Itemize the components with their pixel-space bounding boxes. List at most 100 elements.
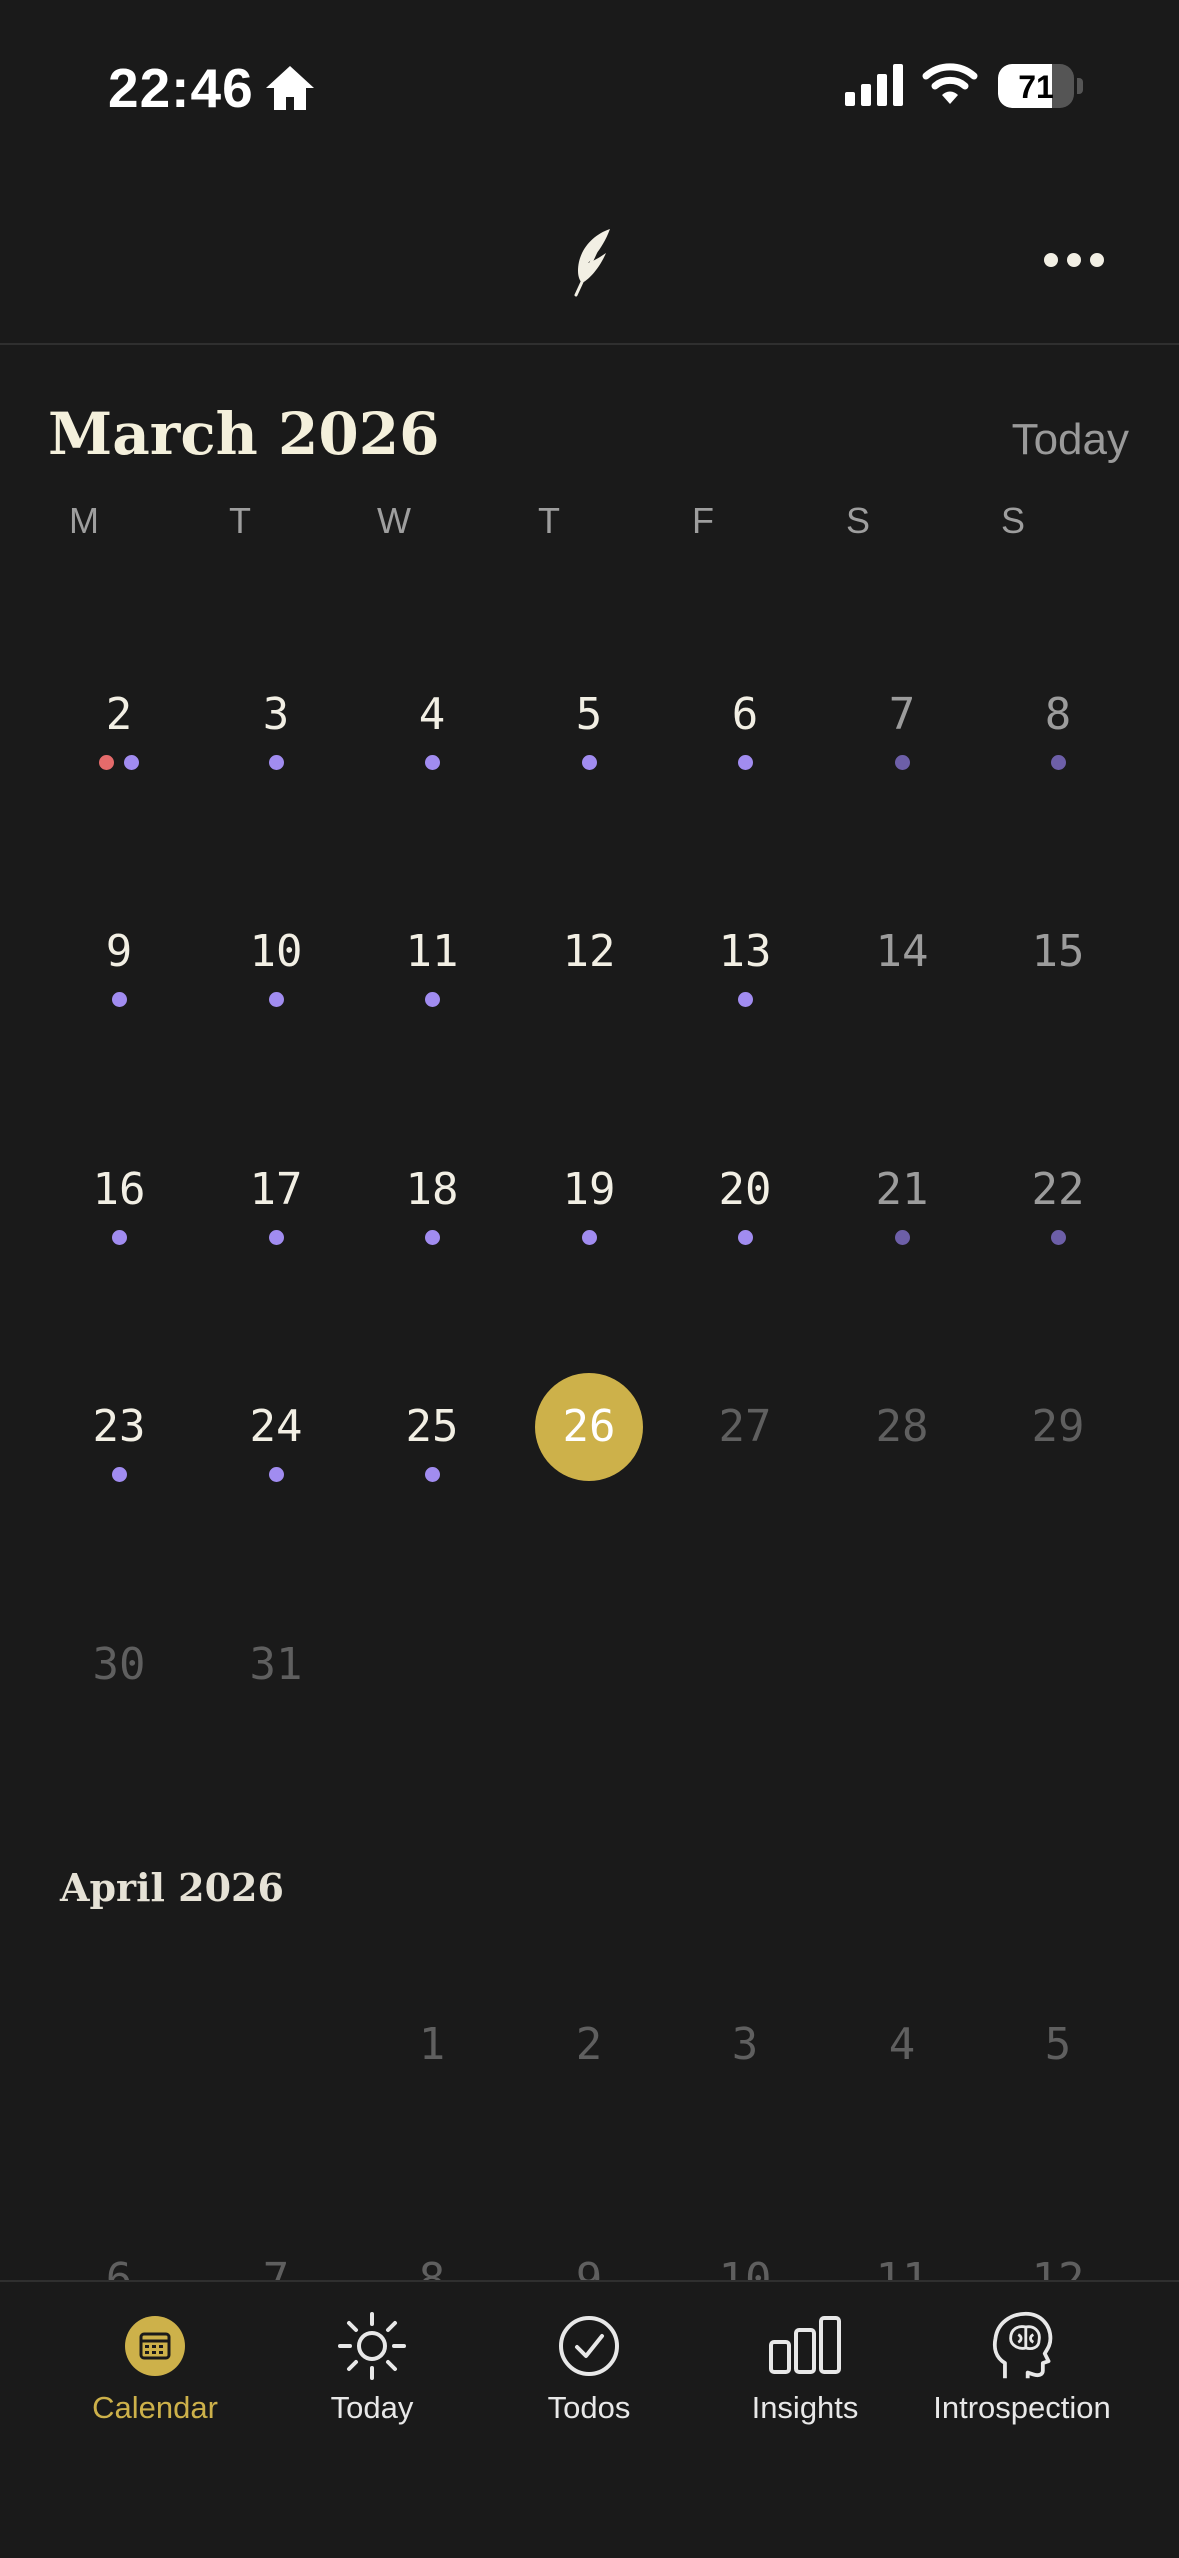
weekday-label: W bbox=[377, 500, 411, 541]
more-options-icon[interactable] bbox=[1044, 253, 1104, 269]
day-cell[interactable]: 3 bbox=[680, 2015, 810, 2105]
entry-indicators bbox=[367, 1467, 497, 1483]
entry-dot bbox=[894, 1230, 910, 1245]
entry-dot bbox=[124, 755, 139, 770]
day-number: 13 bbox=[718, 926, 772, 977]
day-number: 14 bbox=[875, 926, 929, 977]
day-number: 1 bbox=[418, 2019, 446, 2070]
weekday-label: M bbox=[69, 500, 99, 541]
day-cell[interactable]: 12 bbox=[524, 922, 654, 1012]
weekday-label: S bbox=[845, 500, 870, 541]
day-cell[interactable]: 4 bbox=[367, 685, 497, 775]
tab-introspection[interactable]: Introspection bbox=[917, 2310, 1127, 2426]
day-cell[interactable]: 17 bbox=[211, 1160, 341, 1250]
entry-indicators bbox=[54, 1467, 184, 1483]
today-button[interactable]: Today bbox=[1012, 415, 1129, 465]
entry-dot bbox=[111, 1467, 127, 1482]
day-cell[interactable]: 3 bbox=[211, 685, 341, 775]
day-cell[interactable]: 16 bbox=[54, 1160, 184, 1250]
entry-indicators bbox=[211, 1467, 341, 1483]
tab-today[interactable]: Today bbox=[267, 2310, 477, 2426]
day-cell[interactable]: 19 bbox=[524, 1160, 654, 1250]
entry-dot bbox=[424, 755, 440, 770]
status-time: 22:46 bbox=[108, 57, 254, 119]
day-cell[interactable]: 2 bbox=[54, 685, 184, 775]
weekday-label: S bbox=[1000, 500, 1025, 541]
weekday-label: T bbox=[538, 500, 560, 541]
entry-indicators bbox=[54, 1230, 184, 1246]
day-number: 21 bbox=[875, 1164, 929, 1215]
tab-insights[interactable]: Insights bbox=[700, 2310, 910, 2426]
entry-indicators bbox=[367, 1230, 497, 1246]
entry-dot bbox=[424, 1230, 440, 1245]
day-cell[interactable]: 21 bbox=[837, 1160, 967, 1250]
battery-indicator: 71 bbox=[998, 64, 1074, 108]
entry-dot bbox=[737, 755, 753, 770]
day-cell[interactable]: 5 bbox=[524, 685, 654, 775]
entry-dot bbox=[1050, 1230, 1066, 1245]
day-cell[interactable]: 15 bbox=[993, 922, 1123, 1012]
day-cell[interactable]: 30 bbox=[54, 1635, 184, 1725]
sun-icon bbox=[338, 2312, 406, 2380]
day-number: 15 bbox=[1031, 926, 1085, 977]
day-number: 28 bbox=[875, 1401, 929, 1452]
tab-label: Todos bbox=[547, 2390, 631, 2425]
day-number: 20 bbox=[718, 1164, 772, 1215]
tab-calendar[interactable]: Calendar bbox=[50, 2310, 260, 2426]
tab-label: Insights bbox=[751, 2390, 859, 2425]
day-number: 3 bbox=[262, 689, 290, 740]
entry-indicators bbox=[524, 755, 654, 771]
entry-indicators bbox=[680, 755, 810, 771]
day-cell[interactable]: 14 bbox=[837, 922, 967, 1012]
home-icon bbox=[266, 66, 314, 110]
day-number: 5 bbox=[575, 689, 603, 740]
tab-todos[interactable]: Todos bbox=[484, 2310, 694, 2426]
day-cell[interactable]: 2 bbox=[524, 2015, 654, 2105]
day-cell[interactable]: 11 bbox=[367, 922, 497, 1012]
day-number: 4 bbox=[888, 2019, 916, 2070]
day-cell[interactable]: 13 bbox=[680, 922, 810, 1012]
day-cell[interactable]: 22 bbox=[993, 1160, 1123, 1250]
day-cell[interactable]: 25 bbox=[367, 1397, 497, 1487]
day-cell[interactable]: 1 bbox=[367, 2015, 497, 2105]
day-cell[interactable]: 23 bbox=[54, 1397, 184, 1487]
day-cell[interactable]: 8 bbox=[993, 685, 1123, 775]
bar-chart-icon bbox=[769, 2316, 841, 2374]
day-cell[interactable]: 10 bbox=[211, 922, 341, 1012]
top-nav bbox=[0, 175, 1179, 345]
day-cell[interactable]: 5 bbox=[993, 2015, 1123, 2105]
day-cell[interactable]: 20 bbox=[680, 1160, 810, 1250]
cellular-signal-icon bbox=[845, 64, 903, 106]
day-number: 17 bbox=[249, 1164, 303, 1215]
entry-indicators bbox=[680, 992, 810, 1008]
entry-dot bbox=[111, 1230, 127, 1245]
day-number: 25 bbox=[405, 1401, 459, 1452]
day-cell[interactable]: 9 bbox=[54, 922, 184, 1012]
entry-indicators bbox=[211, 992, 341, 1008]
day-cell-today[interactable]: 26 bbox=[524, 1373, 654, 1487]
day-number: 26 bbox=[562, 1401, 616, 1452]
entry-indicators bbox=[680, 1230, 810, 1246]
entry-dot bbox=[268, 755, 284, 770]
entry-dot bbox=[581, 1230, 597, 1245]
entry-indicators bbox=[993, 1230, 1123, 1246]
day-number: 29 bbox=[1031, 1401, 1085, 1452]
day-cell[interactable]: 24 bbox=[211, 1397, 341, 1487]
entry-indicators bbox=[211, 1230, 341, 1246]
day-cell[interactable]: 6 bbox=[680, 685, 810, 775]
entry-dot bbox=[737, 992, 753, 1007]
day-cell[interactable]: 28 bbox=[837, 1397, 967, 1487]
day-cell[interactable]: 27 bbox=[680, 1397, 810, 1487]
day-cell[interactable]: 4 bbox=[837, 2015, 967, 2105]
day-number: 5 bbox=[1044, 2019, 1072, 2070]
day-cell[interactable]: 31 bbox=[211, 1635, 341, 1725]
day-cell[interactable]: 7 bbox=[837, 685, 967, 775]
entry-indicators bbox=[367, 755, 497, 771]
entry-dot bbox=[424, 1467, 440, 1482]
day-cell[interactable]: 18 bbox=[367, 1160, 497, 1250]
day-cell[interactable]: 29 bbox=[993, 1397, 1123, 1487]
battery-level: 71 bbox=[1018, 69, 1054, 105]
weekday-label: F bbox=[692, 500, 714, 541]
day-number: 12 bbox=[562, 926, 616, 977]
check-circle-icon bbox=[559, 2316, 619, 2376]
